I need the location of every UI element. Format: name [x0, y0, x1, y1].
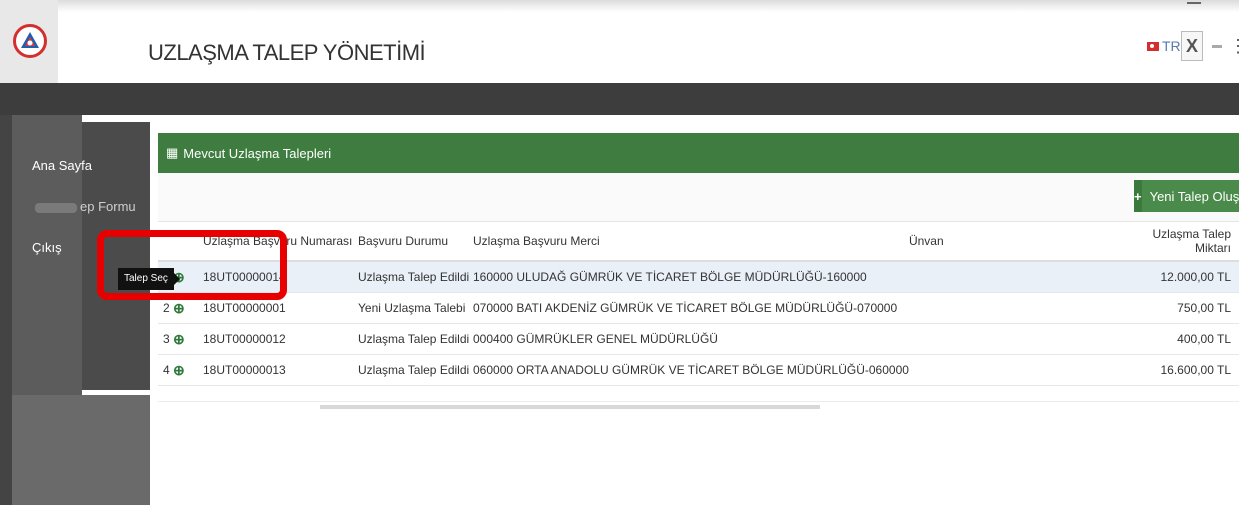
sidebar-menu [12, 115, 82, 395]
panel-toolbar [158, 173, 1239, 222]
row-index: 4 [158, 354, 173, 386]
top-shadow [0, 0, 1239, 12]
table-row[interactable]: 4 ⊕ 18UT00000013 Uzlaşma Talep Edildi 06… [158, 354, 1239, 386]
row-merci: 070000 BATI AKDENİZ GÜMRÜK VE TİCARET BÖ… [473, 292, 909, 324]
row-index: 3 [158, 323, 173, 355]
column-header-amount[interactable]: Uzlaşma Talep Miktarı [1128, 222, 1239, 262]
table-header-row: Uzlaşma Başvuru Numarası Başvuru Durumu … [158, 222, 1239, 262]
turkish-flag-icon [1147, 41, 1159, 51]
sidebar-item-form-blur [35, 203, 77, 213]
table-row[interactable]: 2 ⊕ 18UT00000001 Yeni Uzlaşma Talebi 070… [158, 292, 1239, 324]
new-request-label: Yeni Talep Oluştur [1149, 188, 1239, 204]
language-selector[interactable]: TR [1147, 38, 1181, 54]
panel-bottom-border [158, 401, 1239, 402]
sidebar-footer [12, 395, 150, 505]
panel-title: Mevcut Uzlaşma Talepleri [183, 145, 332, 161]
row-status: Yeni Uzlaşma Talebi [358, 292, 473, 324]
row-number: 18UT00000013 [203, 354, 358, 386]
table-grid-icon: ▦ [166, 145, 179, 160]
table-row[interactable]: 3 ⊕ 18UT00000012 Uzlaşma Talep Edildi 00… [158, 323, 1239, 355]
row-unvan [908, 261, 1129, 293]
row-status: Uzlaşma Talep Edildi [358, 261, 473, 293]
row-merci: 060000 ORTA ANADOLU GÜMRÜK VE TİCARET BÖ… [473, 354, 909, 386]
column-header-unvan[interactable]: Ünvan [908, 222, 1129, 262]
row-merci: 000400 GÜMRÜKLER GENEL MÜDÜRLÜĞÜ [473, 323, 909, 355]
row-unvan [908, 292, 1129, 324]
row-status: Uzlaşma Talep Edildi [358, 323, 473, 355]
row-number: 18UT00000012 [203, 323, 358, 355]
row-amount: 750,00 TL [1128, 292, 1239, 324]
more-options-icon[interactable]: ⋮ [1229, 36, 1239, 57]
page-title: UZLAŞMA TALEP YÖNETİMİ [148, 40, 426, 65]
new-request-button[interactable]: + Yeni Talep Oluştur [1134, 180, 1239, 212]
panel-header: ▦ Mevcut Uzlaşma Talepleri [158, 133, 1239, 173]
row-unvan [908, 354, 1129, 386]
select-request-icon[interactable]: ⊕ [173, 331, 185, 347]
row-status: Uzlaşma Talep Edildi [358, 354, 473, 386]
language-label: TR [1162, 38, 1181, 54]
row-merci: 160000 ULUDAĞ GÜMRÜK VE TİCARET BÖLGE MÜ… [473, 261, 909, 293]
separator-icon [1212, 45, 1222, 48]
row-amount: 16.600,00 TL [1128, 354, 1239, 386]
select-request-icon[interactable]: ⊕ [173, 300, 185, 316]
sidebar-item-logout[interactable]: Çıkış [32, 240, 62, 255]
row-amount: 12.000,00 TL [1128, 261, 1239, 293]
app-logo-icon[interactable] [13, 24, 47, 58]
plus-icon: + [1134, 180, 1142, 212]
window-minimize-icon[interactable] [1187, 2, 1201, 4]
column-header-status[interactable]: Başvuru Durumu [358, 222, 473, 262]
nav-band [0, 83, 1239, 115]
requests-table: Uzlaşma Başvuru Numarası Başvuru Durumu … [158, 222, 1239, 386]
select-request-icon[interactable]: ⊕ [173, 362, 185, 378]
sidebar-item-home[interactable]: Ana Sayfa [32, 158, 92, 173]
table-row[interactable]: 1 ⊕ 18UT00000014 Uzlaşma Talep Edildi 16… [158, 261, 1239, 293]
scrollbar[interactable] [320, 405, 820, 409]
column-header-merci[interactable]: Uzlaşma Başvuru Merci [473, 222, 909, 262]
sidebar-edge [0, 115, 12, 505]
logo-container [0, 0, 58, 88]
sidebar-item-form[interactable]: ep Formu [80, 199, 136, 214]
highlight-annotation [97, 230, 287, 300]
row-unvan [908, 323, 1129, 355]
row-amount: 400,00 TL [1128, 323, 1239, 355]
fullscreen-toggle-button[interactable]: X [1181, 31, 1203, 61]
